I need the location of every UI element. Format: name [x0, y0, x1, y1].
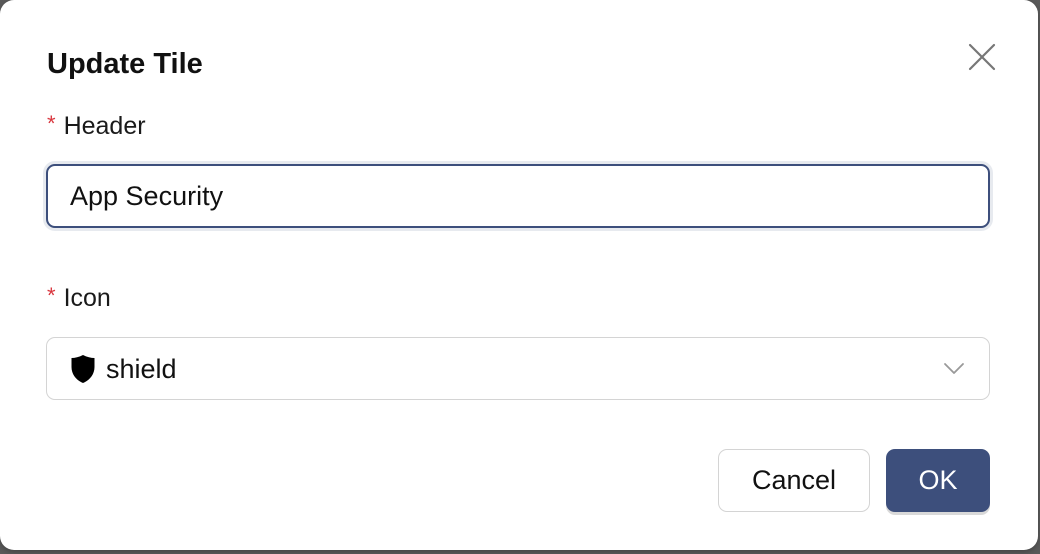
dialog-title: Update Tile — [47, 48, 203, 80]
cancel-button[interactable]: Cancel — [718, 449, 870, 512]
icon-select-value: shield — [106, 354, 177, 384]
icon-select[interactable]: shield — [46, 337, 990, 400]
required-marker: * — [47, 283, 56, 308]
required-marker: * — [47, 111, 56, 136]
chevron-down-icon — [944, 363, 964, 374]
header-field-label: * Header — [47, 109, 146, 144]
shield-icon — [71, 355, 95, 383]
header-label-text: Header — [63, 112, 146, 140]
header-input[interactable] — [46, 164, 990, 228]
icon-label-text: Icon — [63, 284, 111, 312]
close-icon — [968, 43, 996, 71]
update-tile-dialog: Update Tile *Header *Icon shield Cancel … — [0, 0, 1038, 550]
close-button[interactable] — [962, 37, 1002, 77]
icon-field-label: * Icon — [47, 281, 111, 316]
ok-button[interactable]: OK — [886, 449, 990, 512]
